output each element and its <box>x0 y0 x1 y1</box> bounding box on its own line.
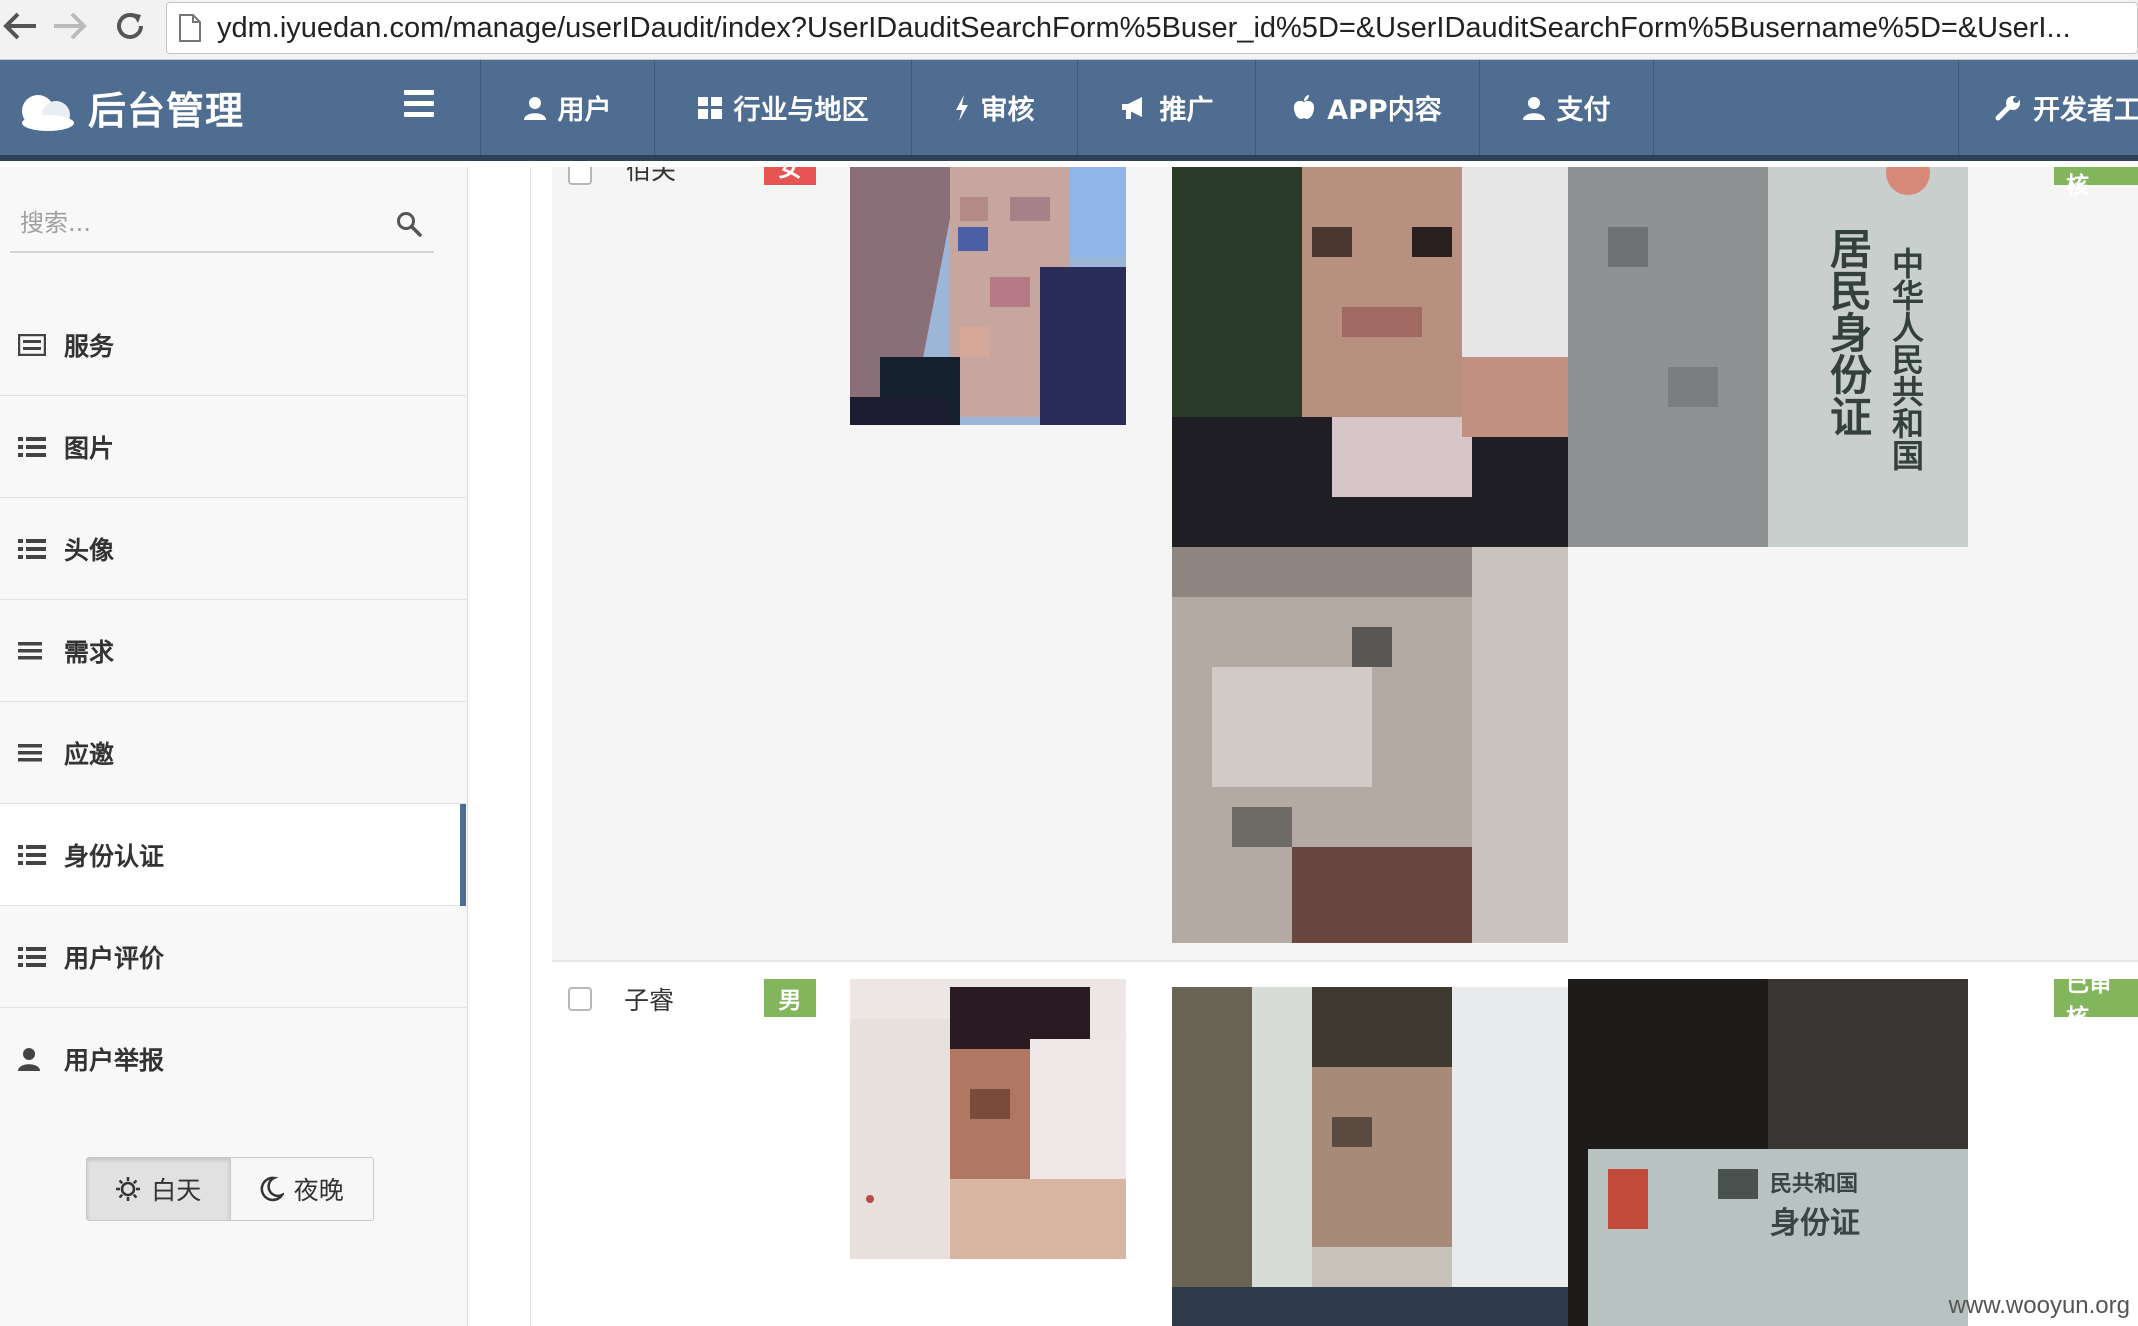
id-card-country-text: 中华人民共和国 <box>1887 247 1925 471</box>
moon-icon <box>260 1176 284 1202</box>
id-card-photo[interactable]: 民共和国 身份证 <box>1568 979 1968 1326</box>
grid-icon <box>697 96 722 119</box>
sidebar-item-services[interactable]: 服务 <box>0 294 466 396</box>
sun-icon <box>115 1176 141 1202</box>
watermark: www.wooyun.org <box>1948 1292 2130 1319</box>
user-name: 佰关 <box>626 167 677 185</box>
back-arrow-icon[interactable] <box>0 6 40 46</box>
sidebar: 服务 图片 头像 需求 应邀 身份认证 用户评价 <box>0 167 468 1326</box>
user-icon <box>18 1047 48 1071</box>
sidebar-item-demands[interactable]: 需求 <box>0 600 466 702</box>
brand: 后台管理 <box>0 60 480 155</box>
search-icon[interactable] <box>396 211 422 237</box>
status-badge: 已审核 <box>2054 167 2138 199</box>
sidebar-item-invitations[interactable]: 应邀 <box>0 702 466 804</box>
nav-label: 开发者工 <box>2033 95 2138 126</box>
nav-promotion[interactable]: 推广 <box>1077 60 1255 155</box>
content-gutter <box>469 167 531 1326</box>
sidebar-item-label: 服务 <box>64 331 115 361</box>
sidebar-item-label: 应邀 <box>64 739 115 769</box>
list-icon <box>18 844 48 866</box>
list-icon <box>18 538 48 560</box>
sidebar-active-indicator <box>460 804 466 906</box>
nav-label: 行业与地区 <box>733 95 869 126</box>
user-name: 子睿 <box>624 986 675 1015</box>
app-title: 后台管理 <box>88 89 245 133</box>
id-card-photo[interactable]: 中华人民共和国 居民身份证 <box>1568 167 1968 547</box>
row-checkbox[interactable] <box>568 167 592 185</box>
list-icon <box>18 436 48 458</box>
page-icon <box>179 14 201 42</box>
user-icon <box>1522 96 1545 120</box>
top-navbar: 后台管理 用户 行业与地区 审核 推广 APP内容 支付 开发者工 <box>0 60 2138 161</box>
nav-audit[interactable]: 审核 <box>911 60 1077 155</box>
nav-label: APP内容 <box>1327 95 1442 126</box>
bolt-icon <box>955 94 969 121</box>
user-avatar-photo[interactable] <box>850 979 1126 1259</box>
sidebar-item-label: 需求 <box>64 637 115 667</box>
address-bar[interactable]: ydm.iyuedan.com/manage/userIDaudit/index… <box>166 2 2138 54</box>
nav-label: 审核 <box>980 95 1035 126</box>
nav-developer-tools[interactable]: 开发者工 <box>1958 60 2138 155</box>
user-avatar-photo[interactable] <box>850 167 1126 425</box>
menu-toggle-icon[interactable] <box>404 90 434 124</box>
row-checkbox[interactable] <box>568 987 592 1011</box>
id-card-title-text: 身份证 <box>1770 1206 1860 1241</box>
sidebar-item-avatars[interactable]: 头像 <box>0 498 466 600</box>
theme-toggle: 白天 夜晚 <box>86 1157 374 1221</box>
sidebar-item-user-reviews[interactable]: 用户评价 <box>0 906 466 1008</box>
cloud-logo-icon <box>22 94 74 131</box>
id-holding-photo[interactable] <box>1172 167 1568 547</box>
day-mode-label: 白天 <box>151 1176 202 1205</box>
url-text: ydm.iyuedan.com/manage/userIDaudit/index… <box>217 11 2071 44</box>
night-mode-button[interactable]: 夜晚 <box>229 1158 373 1220</box>
gender-badge: 男 <box>764 979 816 1017</box>
bars-icon <box>18 641 48 661</box>
nav-payment[interactable]: 支付 <box>1479 60 1654 155</box>
night-mode-label: 夜晚 <box>293 1176 344 1205</box>
sidebar-item-label: 用户举报 <box>64 1046 165 1075</box>
nav-app-content[interactable]: APP内容 <box>1255 60 1479 155</box>
sidebar-item-id-verification[interactable]: 身份认证 <box>0 804 466 906</box>
bullhorn-icon <box>1120 96 1148 120</box>
nav-users[interactable]: 用户 <box>480 60 654 155</box>
status-badge: 已审核 <box>2054 971 2138 1031</box>
apple-icon <box>1293 94 1315 121</box>
sidebar-item-label: 图片 <box>64 433 115 463</box>
nav-industry-region[interactable]: 行业与地区 <box>654 60 911 155</box>
wrench-icon <box>1995 95 2021 121</box>
id-holding-photo[interactable] <box>1172 987 1568 1326</box>
list-alt-icon <box>18 333 48 356</box>
list-icon <box>18 946 48 968</box>
id-card-title-text: 居民身份证 <box>1824 227 1873 437</box>
sidebar-item-label: 身份认证 <box>64 841 165 871</box>
browser-toolbar: ydm.iyuedan.com/manage/userIDaudit/index… <box>0 0 2138 60</box>
id-audit-list: 佰关 女 已审核 <box>532 167 2138 1326</box>
day-mode-button[interactable]: 白天 <box>87 1158 230 1220</box>
sidebar-item-user-reports[interactable]: 用户举报 <box>0 1008 466 1110</box>
id-card-country-text: 民共和国 <box>1770 1171 1858 1197</box>
sidebar-item-images[interactable]: 图片 <box>0 396 466 498</box>
user-body-photo[interactable] <box>1172 547 1568 943</box>
gender-badge: 女 <box>764 167 816 185</box>
reload-icon[interactable] <box>110 6 150 46</box>
user-icon <box>523 96 546 120</box>
search-input[interactable] <box>10 208 380 238</box>
nav-label: 推广 <box>1159 95 1214 126</box>
forward-arrow-icon[interactable] <box>50 6 90 46</box>
nav-label: 用户 <box>557 95 612 126</box>
sidebar-item-label: 用户评价 <box>64 943 165 973</box>
nav-label: 支付 <box>1556 95 1611 126</box>
sidebar-search <box>10 195 434 253</box>
sidebar-item-label: 头像 <box>64 535 115 565</box>
bars-icon <box>18 743 48 763</box>
